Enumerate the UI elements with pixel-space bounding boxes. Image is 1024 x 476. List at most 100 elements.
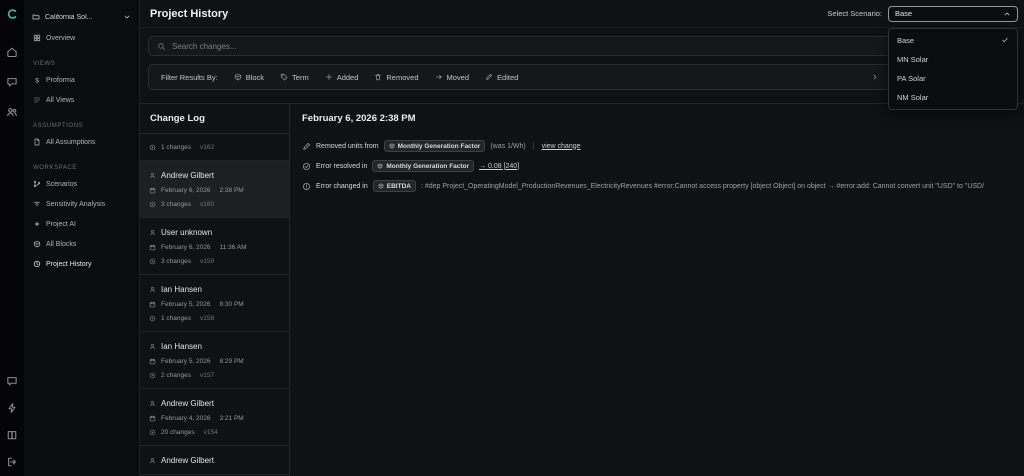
block-chip[interactable]: EBITDA <box>372 180 416 192</box>
alertCircle-icon <box>302 182 311 191</box>
entry-time: 8:30 PM <box>219 300 244 308</box>
change-detail-panel: February 6, 2026 2:38 PM Removed units f… <box>290 104 1024 476</box>
scenario-area: Select Scenario: Base Base MN Solar PA Sol… <box>827 5 1018 110</box>
sidebar-item-label: All Assumptions <box>46 138 96 146</box>
entry-date: February 5, 2026 <box>161 357 211 365</box>
scenario-option-pa-solar[interactable]: PA Solar <box>889 69 1017 88</box>
change-link[interactable]: → 0.08 [240] <box>479 163 519 170</box>
chevron-right-icon[interactable] <box>871 73 879 81</box>
sidebar-item-scenarios[interactable]: Scenarios <box>24 174 139 194</box>
entry-time: 8:29 PM <box>219 357 244 365</box>
main-header: Project History Select Scenario: Base Ba… <box>140 0 1024 110</box>
search-bar[interactable] <box>148 36 892 56</box>
dollar-icon: $ <box>33 76 41 84</box>
grid-icon <box>33 34 41 42</box>
scenario-select[interactable]: Base <box>888 5 1018 22</box>
scenario-label: Select Scenario: <box>827 9 882 18</box>
svg-text:$: $ <box>35 77 39 84</box>
person-icon <box>149 229 156 236</box>
rail-book-button[interactable] <box>4 427 20 443</box>
entry-changes: 3 changes <box>161 257 191 265</box>
filter-moved-button[interactable]: Moved <box>435 73 469 82</box>
sidebar-section-title: VIEWS <box>33 61 56 67</box>
app-root: California Sol... Overview VIEWS $ Proform… <box>0 0 1024 476</box>
change-log-entry[interactable]: User unknown February 6, 2026 11:36 AM 3 ch… <box>140 218 289 275</box>
change-log-entry[interactable]: Ian Hansen February 5, 2026 8:30 PM 1 chang… <box>140 275 289 332</box>
sidebar-item-proforma[interactable]: $ Proforma <box>24 70 139 90</box>
change-log-entry[interactable]: 1 changes v162 <box>140 134 289 161</box>
sidebar-item-project-history[interactable]: Project History <box>24 254 139 274</box>
sidebar-item-overview[interactable]: Overview <box>24 28 139 48</box>
filter-removed-button[interactable]: Removed <box>374 73 419 82</box>
sidebar-sections: VIEWS $ Proforma All Views ASSUMPTIONS All As… <box>24 61 139 274</box>
changes-count-icon <box>149 144 156 151</box>
rail-home-button[interactable] <box>4 44 20 60</box>
message-icon <box>6 375 18 387</box>
change-log-entry[interactable]: Andrew Gilbert <box>140 446 289 475</box>
change-log-entry[interactable]: Ian Hansen February 5, 2026 8:29 PM 2 chang… <box>140 332 289 389</box>
book-icon <box>6 429 18 441</box>
filter-added-button[interactable]: Added <box>325 73 358 82</box>
filter-term-button[interactable]: Term <box>280 73 309 82</box>
filter-buttons: Block Term Added Removed Moved Edited <box>234 73 518 82</box>
scenario-option-nm-solar[interactable]: NM Solar <box>889 88 1017 107</box>
entry-version: v154 <box>203 428 218 436</box>
change-log-entry[interactable]: Andrew Gilbert February 4, 2026 3:21 PM 20 … <box>140 389 289 446</box>
change-log-entry[interactable]: Andrew Gilbert February 6, 2026 2:38 PM 3 c… <box>140 161 289 218</box>
checkCircle-icon <box>302 162 311 171</box>
search-input[interactable] <box>172 41 883 51</box>
rail-logo-button[interactable] <box>4 6 20 22</box>
arrowRight-icon <box>435 73 443 81</box>
block-chip[interactable]: Monthly Generation Factor <box>372 160 475 172</box>
entry-author: Andrew Gilbert <box>161 398 214 408</box>
calendar-icon <box>149 244 156 251</box>
blocks-icon <box>33 240 41 248</box>
change-rows: Removed units from Monthly Generation Fac… <box>290 133 1024 199</box>
branch-icon <box>33 180 41 188</box>
rail-logout-button[interactable] <box>4 454 20 470</box>
project-name: California Sol... <box>45 13 93 21</box>
entry-author: User unknown <box>161 227 213 237</box>
rail-bolt-button[interactable] <box>4 400 20 416</box>
scenario-option-base[interactable]: Base <box>889 31 1017 50</box>
change-row: Removed units from Monthly Generation Fac… <box>290 139 1024 153</box>
sidebar-item-all-views[interactable]: All Views <box>24 90 139 110</box>
sidebar-item-project-ai[interactable]: Project AI <box>24 214 139 234</box>
sidebar-item-label: Scenarios <box>46 180 78 188</box>
entry-time: 2:38 PM <box>219 186 244 194</box>
tag-icon <box>280 73 288 81</box>
entry-author: Andrew Gilbert <box>161 455 214 465</box>
views-icon <box>33 96 41 104</box>
scenario-option-mn-solar[interactable]: MN Solar <box>889 50 1017 69</box>
changes-count-icon <box>149 372 156 379</box>
change-row: Error changed in EBITDA: #dep Project_Ope… <box>290 179 1024 193</box>
entry-author: Ian Hansen <box>161 284 202 294</box>
entry-date: February 6, 2026 <box>161 243 211 251</box>
changes-count-icon <box>149 315 156 322</box>
pencil-icon <box>485 73 493 81</box>
entry-version: v159 <box>200 257 215 265</box>
block-chip[interactable]: Monthly Generation Factor <box>383 140 486 152</box>
rail-users-button[interactable] <box>4 104 20 120</box>
entry-version: v158 <box>200 314 215 322</box>
change-link[interactable]: view change <box>542 143 581 150</box>
change-description: Error changed in <box>316 182 368 190</box>
person-icon <box>149 457 156 464</box>
sidebar-item-all-blocks[interactable]: All Blocks <box>24 234 139 254</box>
rail-message-button[interactable] <box>4 373 20 389</box>
changes-count-icon <box>149 258 156 265</box>
home-icon <box>6 46 18 58</box>
block-icon <box>389 143 395 149</box>
project-switcher[interactable]: California Sol... <box>24 6 139 28</box>
logout-icon <box>6 456 18 468</box>
filter-block-button[interactable]: Block <box>234 73 264 82</box>
icon-rail <box>0 0 24 476</box>
entry-changes: 1 changes <box>161 143 191 151</box>
rail-chat-button[interactable] <box>4 74 20 90</box>
sidebar: California Sol... Overview VIEWS $ Proform… <box>24 0 140 476</box>
sidebar-item-all-assumptions[interactable]: All Assumptions <box>24 132 139 152</box>
person-icon <box>149 400 156 407</box>
entry-author: Andrew Gilbert <box>161 170 214 180</box>
sidebar-item-sensitivity-analysis[interactable]: Sensitivity Analysis <box>24 194 139 214</box>
filter-edited-button[interactable]: Edited <box>485 73 518 82</box>
